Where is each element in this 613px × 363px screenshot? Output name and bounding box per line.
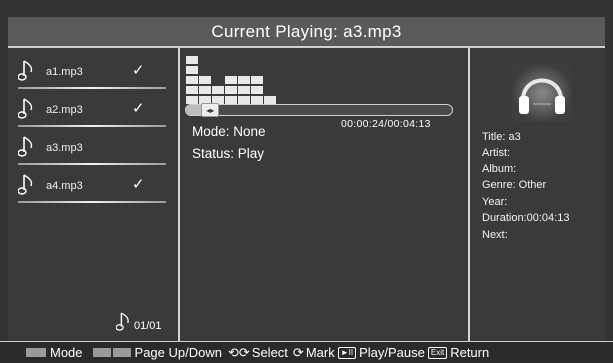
equalizer-block <box>238 96 250 104</box>
equalizer-block <box>251 76 263 84</box>
exit-key-icon: Exit <box>427 346 448 359</box>
now-playing-header: Current Playing: a3.mp3 <box>8 17 605 48</box>
divider <box>18 125 166 127</box>
mode-label: Mode: None <box>192 124 266 139</box>
divider <box>18 87 166 89</box>
playlist-item[interactable]: a2.mp3 ✓ <box>12 95 168 129</box>
headphones-icon <box>512 64 572 122</box>
music-note-icon <box>18 98 33 119</box>
equalizer <box>186 56 286 104</box>
equalizer-block <box>251 86 263 94</box>
mark-hint: Mark <box>305 345 335 360</box>
equalizer-block <box>238 86 250 94</box>
equalizer-block <box>225 96 237 104</box>
music-note-icon <box>18 60 33 81</box>
info-year: Year: <box>482 196 508 208</box>
page-hint: Page Up/Down <box>134 345 222 360</box>
playlist-item[interactable]: a4.mp3 ✓ <box>12 171 168 205</box>
info-title: Title: a3 <box>482 131 521 143</box>
checkmark-icon: ✓ <box>132 100 145 117</box>
equalizer-bar <box>186 56 198 104</box>
equalizer-bar <box>212 86 224 104</box>
progress-bar[interactable]: ◂▸ <box>185 103 453 117</box>
equalizer-block <box>186 56 198 64</box>
equalizer-block <box>251 96 263 104</box>
select-hint: Select <box>251 345 288 360</box>
info-next: Next: <box>482 229 508 241</box>
info-album: Album: <box>482 163 517 175</box>
equalizer-block <box>225 76 237 84</box>
status-label: Status: Play <box>192 146 265 161</box>
equalizer-bar <box>225 76 237 104</box>
equalizer-bar <box>264 96 276 104</box>
mode-key-swatch <box>26 348 46 357</box>
now-playing-title: Current Playing: a3.mp3 <box>211 21 402 41</box>
progress-knob[interactable]: ◂▸ <box>201 103 220 117</box>
equalizer-bar <box>238 76 250 104</box>
info-genre: Genre: Other <box>482 179 547 191</box>
track-name: a3.mp3 <box>46 142 83 154</box>
mode-hint: Mode <box>50 345 83 360</box>
return-hint: Return <box>450 345 490 360</box>
up-down-arrows-icon: ⟲⟳ <box>227 344 250 360</box>
equalizer-block <box>186 76 198 84</box>
track-name: a2.mp3 <box>46 104 83 116</box>
mark-arrow-icon: ⟳ <box>292 344 304 360</box>
divider <box>18 163 166 165</box>
equalizer-bar <box>199 76 211 104</box>
track-name: a1.mp3 <box>46 66 83 78</box>
playlist-item[interactable]: a3.mp3 <box>12 133 168 167</box>
music-note-icon <box>116 312 129 331</box>
button-hint-bar: Mode Page Up/Down ⟲⟳ Select ⟳ Mark ►II P… <box>0 341 613 363</box>
equalizer-bar <box>251 76 263 104</box>
equalizer-block <box>186 66 198 74</box>
equalizer-block <box>186 86 198 94</box>
music-note-icon <box>18 174 33 195</box>
equalizer-block <box>264 96 276 104</box>
time-display: 00:00:24/00:04:13 <box>341 118 431 130</box>
divider <box>18 201 166 203</box>
equalizer-block <box>212 86 224 94</box>
checkmark-icon: ✓ <box>132 176 145 193</box>
page-number: 01/01 <box>134 320 162 332</box>
track-name: a4.mp3 <box>46 180 83 192</box>
music-note-icon <box>18 136 33 157</box>
equalizer-block <box>199 86 211 94</box>
equalizer-block <box>186 96 198 104</box>
checkmark-icon: ✓ <box>132 62 145 79</box>
playlist-item[interactable]: a1.mp3 ✓ <box>12 57 168 91</box>
equalizer-block <box>238 76 250 84</box>
page-key-swatch <box>112 348 131 357</box>
page-counter: 01/01 <box>116 311 176 337</box>
info-duration: Duration:00:04:13 <box>482 212 570 224</box>
play-pause-key-icon: ►II <box>337 346 357 359</box>
play-pause-hint: Play/Pause <box>359 345 425 360</box>
info-artist: Artist: <box>482 147 511 159</box>
page-key-swatch <box>92 348 111 357</box>
equalizer-block <box>199 76 211 84</box>
equalizer-block <box>225 86 237 94</box>
